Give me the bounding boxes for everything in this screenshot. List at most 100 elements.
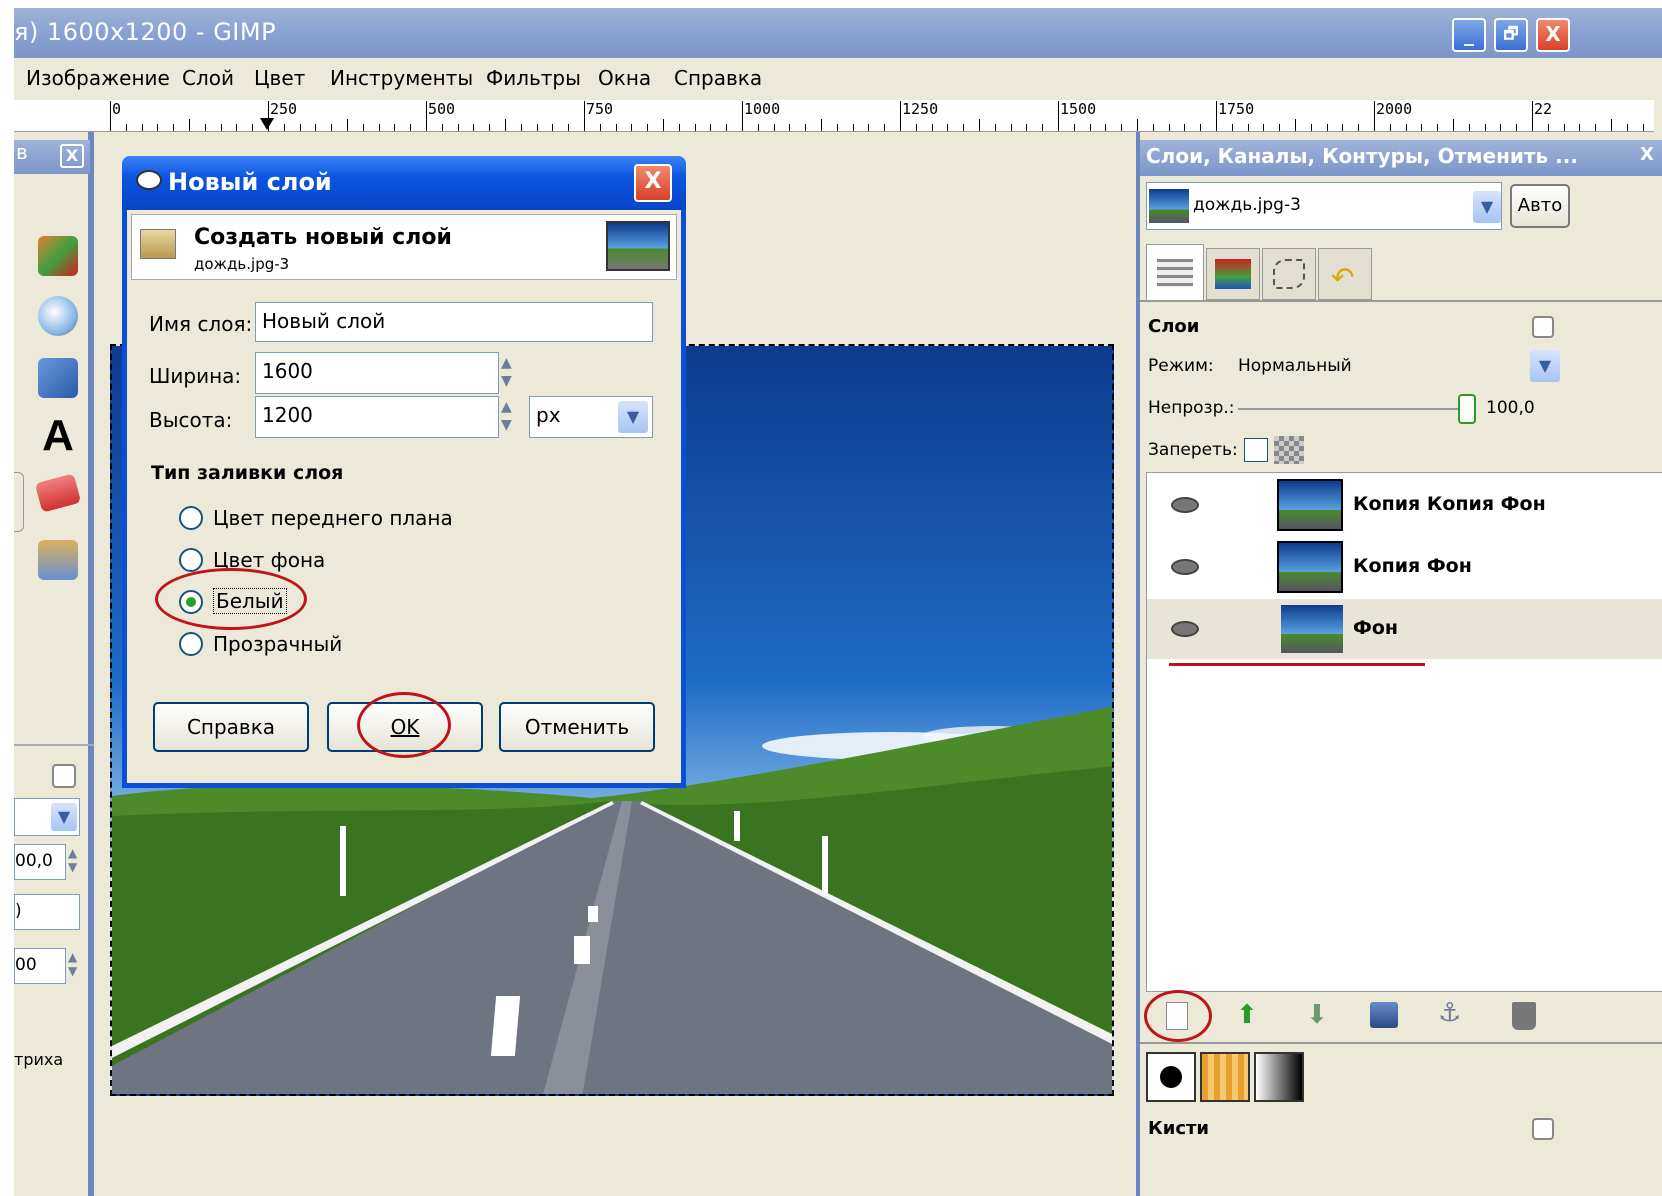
spinner-icon[interactable]: ▲ ▼ <box>68 950 84 982</box>
width-input[interactable]: 1600 <box>255 352 499 394</box>
mode-select[interactable]: Нормальный <box>1238 356 1352 376</box>
ruler-tick <box>884 124 886 131</box>
ruler-tick <box>1595 124 1597 131</box>
ruler-tick <box>1310 124 1312 131</box>
layer-name: Копия Копия Фон <box>1353 493 1546 515</box>
spinner-icon[interactable]: ▲ ▼ <box>68 846 84 878</box>
gimp-window: я) 1600x1200 - GIMP _ 🗗 X Изображение Сл… <box>14 8 1662 1196</box>
eye-icon[interactable] <box>1171 621 1199 637</box>
tab-paths[interactable] <box>1262 248 1316 300</box>
ruler-label: 0 <box>112 100 122 118</box>
menu-help[interactable]: Справка <box>674 66 762 90</box>
zoom-tool-icon[interactable] <box>38 296 78 336</box>
lower-layer-icon[interactable]: ⬇ <box>1306 1000 1328 1030</box>
ruler-tick <box>1453 119 1454 131</box>
close-window-button[interactable]: X <box>1536 18 1570 52</box>
horizontal-ruler[interactable]: 0 250 500 750 1000 1250 1500 1750 2000 2… <box>14 100 1654 132</box>
panel-menu-icon[interactable] <box>1532 1118 1554 1140</box>
opacity-slider-handle[interactable] <box>1458 394 1476 424</box>
layer-name-label: Имя слоя: <box>149 312 253 336</box>
ruler-tick <box>757 124 759 131</box>
delete-layer-icon[interactable] <box>1512 1002 1536 1030</box>
fill-foreground-label[interactable]: Цвет переднего плана <box>213 506 453 530</box>
fill-transparent-radio[interactable] <box>179 632 203 656</box>
ruler-tick <box>204 124 206 131</box>
dialog-title-bar: Новый слой X <box>122 156 686 210</box>
menu-image[interactable]: Изображение <box>26 66 170 90</box>
layer-name-input[interactable]: Новый слой <box>255 302 653 342</box>
lock-alpha-icon[interactable] <box>1274 436 1304 464</box>
eye-icon[interactable] <box>1171 559 1199 575</box>
layer-row-selected[interactable]: Фон <box>1147 599 1662 659</box>
tool-field[interactable]: ) <box>14 894 80 930</box>
eye-icon[interactable] <box>1171 497 1199 513</box>
cancel-button[interactable]: Отменить <box>499 702 655 752</box>
opacity-field[interactable]: 00,0 <box>14 844 66 880</box>
minimize-icon: _ <box>1464 22 1474 46</box>
text-tool-icon[interactable]: A <box>38 414 78 458</box>
menu-color[interactable]: Цвет <box>254 66 305 90</box>
fill-transparent-label[interactable]: Прозрачный <box>213 632 342 656</box>
tab-channels[interactable] <box>1206 248 1260 300</box>
minimize-button[interactable]: _ <box>1452 18 1486 52</box>
layer-row[interactable]: Копия Копия Фон <box>1147 475 1662 535</box>
height-spinner-icon[interactable]: ▲ ▼ <box>501 398 521 436</box>
ruler-tick <box>947 124 949 131</box>
tab-undo[interactable]: ↶ <box>1318 248 1372 300</box>
menu-windows[interactable]: Окна <box>598 66 651 90</box>
ruler-tick <box>1374 101 1375 131</box>
anchor-icon[interactable]: ⚓ <box>1438 998 1461 1028</box>
color-tool-icon[interactable] <box>38 236 78 276</box>
auto-button[interactable]: Авто <box>1510 184 1570 228</box>
chevron-down-icon[interactable]: ▼ <box>1530 350 1560 382</box>
stamp-tool-icon[interactable] <box>38 540 78 580</box>
tab-brushes[interactable] <box>1146 1052 1196 1102</box>
layer-row[interactable]: Копия Фон <box>1147 537 1662 597</box>
tool-options-menu-icon[interactable] <box>52 764 76 788</box>
tab-patterns[interactable] <box>1200 1052 1250 1102</box>
tab-layers[interactable] <box>1146 244 1204 300</box>
menu-tools[interactable]: Инструменты <box>330 66 473 90</box>
menu-layer[interactable]: Слой <box>182 66 234 90</box>
dock-close-icon[interactable]: X <box>1640 144 1662 170</box>
layer-thumbnail <box>1281 605 1343 653</box>
help-button[interactable]: Справка <box>153 702 309 752</box>
panel-menu-icon[interactable] <box>1532 316 1554 338</box>
transform-tool-icon[interactable] <box>38 358 78 398</box>
ruler-tick <box>552 124 554 131</box>
ruler-label: 1250 <box>902 100 939 118</box>
ruler-tick <box>1216 101 1217 131</box>
dialog-subheading: дождь.jpg-3 <box>194 255 290 273</box>
ruler-tick <box>347 119 348 131</box>
width-spinner-icon[interactable]: ▲ ▼ <box>501 354 521 392</box>
close-icon: X <box>1545 22 1561 46</box>
toolbox-close-icon[interactable]: X <box>60 144 84 168</box>
ruler-tick <box>773 124 775 131</box>
duplicate-layer-icon[interactable] <box>1370 1002 1398 1028</box>
menu-filters[interactable]: Фильтры <box>486 66 581 90</box>
unit-select[interactable]: px ▼ <box>529 396 653 438</box>
tool-options-select[interactable]: ▼ <box>14 798 80 836</box>
eraser-tool-icon[interactable] <box>34 473 82 513</box>
size-field[interactable]: 00 <box>14 948 66 984</box>
image-select[interactable]: дождь.jpg-3 ▼ <box>1146 182 1502 230</box>
tab-gradients[interactable] <box>1254 1052 1304 1102</box>
lock-pixels-checkbox[interactable] <box>1244 438 1268 462</box>
dialog-header: Создать новый слой дождь.jpg-3 <box>131 214 677 280</box>
opacity-value[interactable]: 100,0 <box>1486 398 1535 418</box>
ruler-tick <box>189 119 190 131</box>
maximize-button[interactable]: 🗗 <box>1494 18 1528 52</box>
dialog-heading: Создать новый слой <box>194 225 452 250</box>
tool-group-handle[interactable] <box>14 472 24 532</box>
dialog-close-button[interactable]: X <box>634 164 672 202</box>
fill-background-radio[interactable] <box>179 548 203 572</box>
ruler-tick <box>394 124 396 131</box>
height-input[interactable]: 1200 <box>255 396 499 438</box>
raise-layer-icon[interactable]: ⬆ <box>1236 1000 1258 1030</box>
ruler-tick <box>252 124 254 131</box>
opacity-slider-track[interactable] <box>1238 408 1468 410</box>
fill-foreground-radio[interactable] <box>179 506 203 530</box>
ruler-tick <box>868 124 870 131</box>
ruler-tick <box>1247 124 1249 131</box>
ruler-tick <box>489 124 491 131</box>
